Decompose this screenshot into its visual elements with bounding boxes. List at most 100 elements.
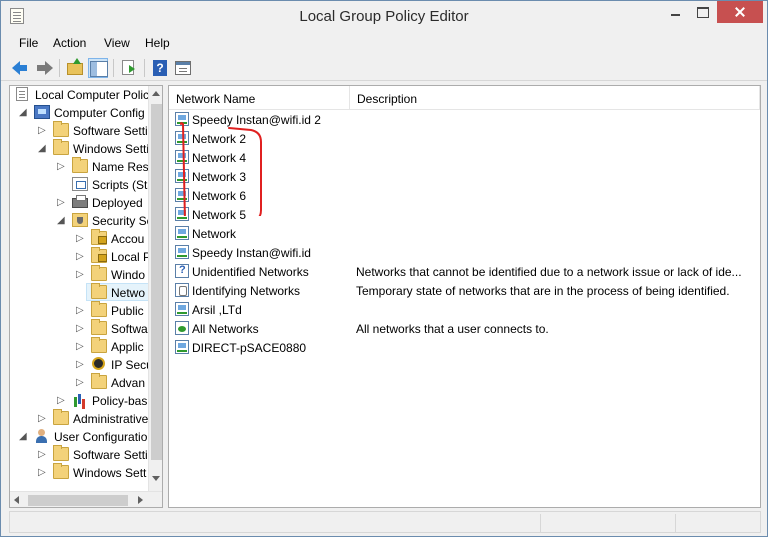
network-icon [175, 226, 189, 240]
tree-item-label: Windo [111, 268, 146, 282]
scroll-down-arrow-icon[interactable] [152, 476, 160, 481]
list-item[interactable]: All Networks All networks that a user co… [169, 319, 760, 338]
console-tree[interactable]: Local Computer Polic ◢ Computer Config ▷… [9, 85, 163, 508]
tree-item-label: Windows Sett [73, 466, 147, 480]
computer-icon [34, 105, 50, 119]
network-name: Identifying Networks [192, 284, 301, 298]
list-item[interactable]: Arsil ,LTd [169, 300, 760, 319]
forward-arrow-icon[interactable] [35, 58, 55, 78]
folder-icon [53, 409, 69, 425]
network-list[interactable]: Network Name Description Speedy Instan@w… [168, 85, 761, 508]
network-description: Temporary state of networks that are in … [356, 284, 730, 298]
scroll-left-arrow-icon[interactable] [14, 496, 19, 504]
folder-icon [53, 445, 69, 461]
tree-item-label: Local Computer Polic [35, 88, 150, 102]
up-folder-icon[interactable] [65, 58, 85, 78]
expand-arrow-icon[interactable]: ▷ [57, 161, 67, 173]
tree-item-label: Policy-bas [92, 394, 148, 408]
folder-icon [53, 139, 69, 155]
tree-item-label: IP Secu [111, 358, 153, 372]
folder-icon [91, 301, 107, 317]
expand-arrow-icon[interactable]: ▷ [76, 233, 86, 245]
network-icon [175, 245, 189, 259]
tree-item-label: Softwa [111, 322, 148, 336]
user-icon [34, 429, 50, 443]
folder-icon [91, 283, 107, 299]
tree-item-label: Software Setti [73, 448, 148, 462]
expand-arrow-icon[interactable]: ▷ [76, 377, 86, 389]
expand-arrow-icon[interactable]: ◢ [19, 431, 29, 443]
identifying-network-icon [175, 283, 189, 297]
scroll-right-arrow-icon[interactable] [138, 496, 143, 504]
folder-icon [72, 157, 88, 173]
tree-item-label: Netwo [111, 286, 146, 300]
menu-view[interactable]: View [104, 36, 130, 50]
scroll-thumb[interactable] [151, 104, 162, 460]
expand-arrow-icon[interactable]: ▷ [57, 395, 67, 407]
expand-arrow-icon[interactable]: ▷ [38, 413, 48, 425]
tree-item-label: Windows Setti [73, 142, 150, 156]
show-hide-tree-icon[interactable] [88, 58, 108, 78]
locked-folder-icon [91, 247, 107, 263]
network-name: Arsil ,LTd [192, 303, 242, 317]
list-item[interactable]: Unidentified Networks Networks that cann… [169, 262, 760, 281]
expand-arrow-icon[interactable]: ▷ [38, 449, 48, 461]
menu-bar: File Action View Help [1, 32, 767, 54]
back-arrow-icon[interactable] [11, 58, 31, 78]
expand-arrow-icon[interactable]: ◢ [57, 215, 67, 227]
unidentified-network-icon [175, 264, 189, 278]
script-icon [72, 177, 88, 191]
tree-item-label: Local P [111, 250, 152, 264]
network-name: DIRECT-pSACE0880 [192, 341, 307, 355]
security-folder-icon [72, 213, 88, 227]
properties-icon[interactable] [173, 58, 193, 78]
expand-arrow-icon[interactable]: ▷ [76, 323, 86, 335]
expand-arrow-icon[interactable]: ◢ [19, 107, 29, 119]
expand-arrow-icon[interactable]: ▷ [57, 197, 67, 209]
expand-arrow-icon[interactable]: ▷ [76, 305, 86, 317]
menu-help[interactable]: Help [145, 36, 170, 50]
scroll-up-arrow-icon[interactable] [152, 91, 160, 96]
export-list-icon[interactable] [119, 58, 139, 78]
expand-arrow-icon[interactable]: ▷ [76, 359, 86, 371]
expand-arrow-icon[interactable]: ▷ [76, 251, 86, 263]
red-bracket-annotation [180, 122, 262, 216]
help-icon[interactable]: ? [150, 58, 170, 78]
maximize-button[interactable] [689, 1, 716, 23]
tree-item-label: Computer Config [54, 106, 145, 120]
tree-horizontal-scrollbar[interactable] [10, 491, 162, 507]
tree-item-label: Administrative [73, 412, 149, 426]
expand-arrow-icon[interactable]: ◢ [38, 143, 48, 155]
all-networks-icon [175, 321, 189, 335]
list-item[interactable]: Identifying Networks Temporary state of … [169, 281, 760, 300]
tree-item-label: Deployed [92, 196, 143, 210]
tree-item-label: User Configuratio [54, 430, 148, 444]
folder-icon [53, 121, 69, 137]
expand-arrow-icon[interactable]: ▷ [76, 269, 86, 281]
menu-file[interactable]: File [19, 36, 38, 50]
expand-arrow-icon[interactable]: ▷ [76, 341, 86, 353]
list-item[interactable]: Network [169, 224, 760, 243]
network-description: All networks that a user connects to. [356, 322, 549, 336]
column-header-description[interactable]: Description [350, 86, 760, 110]
menu-action[interactable]: Action [53, 36, 86, 50]
folder-icon [91, 319, 107, 335]
network-name: All Networks [192, 322, 259, 336]
expand-arrow-icon[interactable]: ▷ [38, 467, 48, 479]
expand-arrow-icon[interactable]: ▷ [38, 125, 48, 137]
tree-vertical-scrollbar[interactable] [148, 86, 162, 491]
tree-item-label: Security Se [92, 214, 154, 228]
chart-icon [72, 393, 88, 407]
list-item[interactable]: Speedy Instan@wifi.id [169, 243, 760, 262]
toolbar: ? [1, 55, 767, 81]
title-bar[interactable]: Local Group Policy Editor [1, 1, 767, 31]
folder-icon [91, 265, 107, 281]
tree-item-label: Public [111, 304, 144, 318]
scroll-thumb[interactable] [28, 495, 128, 506]
list-item[interactable]: DIRECT-pSACE0880 [169, 338, 760, 357]
close-button[interactable] [717, 1, 763, 23]
locked-folder-icon [91, 229, 107, 245]
minimize-button[interactable] [661, 1, 689, 23]
network-icon [175, 340, 189, 354]
folder-icon [91, 373, 107, 389]
